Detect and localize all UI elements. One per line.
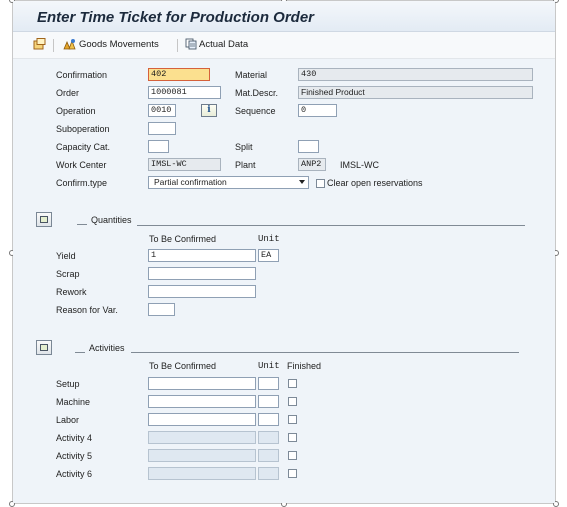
activity-6-field: [148, 467, 256, 480]
confirm-type-label: Confirm.type: [56, 178, 108, 188]
reason-for-var-field[interactable]: [148, 303, 175, 316]
operation-field[interactable]: 0010: [148, 104, 176, 117]
activity-5-finished-checkbox[interactable]: [288, 451, 297, 460]
capacity-cat-field[interactable]: [148, 140, 169, 153]
activities-group-line-left: [75, 352, 85, 353]
clear-open-reservations-label: Clear open reservations: [327, 178, 423, 188]
split-field[interactable]: [298, 140, 319, 153]
activity-6-unit-field: [258, 467, 279, 480]
machine-field[interactable]: [148, 395, 256, 408]
confirm-type-value: Partial confirmation: [154, 177, 227, 187]
capacity-cat-label: Capacity Cat.: [56, 142, 111, 152]
goods-movements-button[interactable]: Goods Movements: [63, 38, 159, 50]
sequence-label: Sequence: [235, 106, 276, 116]
activity-5-field: [148, 449, 256, 462]
material-field: 430: [298, 68, 533, 81]
mat-descr-field: Finished Product: [298, 86, 533, 99]
application-toolbar: Goods Movements Actual Data: [13, 32, 555, 59]
work-center-field: IMSL-WC: [148, 158, 221, 171]
quantities-group-title: Quantities: [91, 215, 132, 225]
activities-group-title: Activities: [89, 343, 125, 353]
scrap-field[interactable]: [148, 267, 256, 280]
operation-label: Operation: [56, 106, 96, 116]
activity-row-label: Activity 5: [56, 451, 93, 461]
plant-description: IMSL-WC: [340, 160, 379, 170]
activity-4-unit-field: [258, 431, 279, 444]
actual-data-button[interactable]: Actual Data: [185, 38, 248, 50]
setup-field[interactable]: [148, 377, 256, 390]
plant-label: Plant: [235, 160, 256, 170]
quantities-group-line: [137, 225, 525, 226]
machine-finished-checkbox[interactable]: [288, 397, 297, 406]
goods-movements-label: Goods Movements: [79, 38, 159, 50]
split-label: Split: [235, 142, 253, 152]
order-label: Order: [56, 88, 80, 98]
quantities-col-unit: Unit: [258, 234, 280, 244]
header-details-button[interactable]: [33, 38, 46, 50]
toolbar-separator: [177, 39, 178, 52]
labor-field[interactable]: [148, 413, 256, 426]
operation-info-icon[interactable]: i: [201, 104, 217, 117]
yield-field[interactable]: 1: [148, 249, 256, 262]
quantities-toggle-icon[interactable]: [36, 212, 52, 227]
confirmation-field[interactable]: 402: [148, 68, 210, 81]
activity-row-label: Machine: [56, 397, 91, 407]
toolbar-separator: [53, 39, 54, 52]
order-field[interactable]: 1000081: [148, 86, 221, 99]
activity-5-unit-field: [258, 449, 279, 462]
activity-row-label: Labor: [56, 415, 80, 425]
chevron-down-icon[interactable]: [299, 180, 305, 184]
activity-row-label: Setup: [56, 379, 80, 389]
setup-finished-checkbox[interactable]: [288, 379, 297, 388]
yield-label: Yield: [56, 251, 76, 261]
rework-field[interactable]: [148, 285, 256, 298]
goods-movements-icon: [63, 39, 76, 50]
actual-data-icon: [185, 38, 197, 50]
main-content: Confirmation 402 Material 430 Order 1000…: [13, 59, 555, 503]
title-bar: Enter Time Ticket for Production Order: [13, 1, 555, 32]
reason-for-var-label: Reason for Var.: [56, 305, 118, 315]
rework-label: Rework: [56, 287, 87, 297]
suboperation-label: Suboperation: [56, 124, 110, 134]
window-title: Enter Time Ticket for Production Order: [37, 9, 315, 26]
activities-toggle-icon[interactable]: [36, 340, 52, 355]
confirmation-label: Confirmation: [56, 70, 108, 80]
activity-row-label: Activity 4: [56, 433, 93, 443]
machine-unit-field[interactable]: [258, 395, 279, 408]
suboperation-field[interactable]: [148, 122, 176, 135]
quantities-group-line-left: [77, 224, 87, 225]
plant-field: ANP2: [298, 158, 326, 171]
actual-data-label: Actual Data: [199, 38, 249, 50]
header-details-icon: [33, 38, 46, 50]
mat-descr-label: Mat.Descr.: [235, 88, 279, 98]
activities-col-unit: Unit: [258, 361, 280, 371]
activities-col-finished: Finished: [287, 361, 322, 371]
labor-unit-field[interactable]: [258, 413, 279, 426]
activities-group-line: [131, 352, 519, 353]
labor-finished-checkbox[interactable]: [288, 415, 297, 424]
setup-unit-field[interactable]: [258, 377, 279, 390]
confirm-type-dropdown[interactable]: Partial confirmation: [148, 176, 309, 189]
scrap-label: Scrap: [56, 269, 80, 279]
clear-open-reservations-checkbox[interactable]: [316, 179, 325, 188]
activity-4-finished-checkbox[interactable]: [288, 433, 297, 442]
work-center-label: Work Center: [56, 160, 107, 170]
activity-6-finished-checkbox[interactable]: [288, 469, 297, 478]
sequence-field[interactable]: 0: [298, 104, 337, 117]
yield-unit-field[interactable]: EA: [258, 249, 279, 262]
material-label: Material: [235, 70, 268, 80]
quantities-col-to-be-confirmed: To Be Confirmed: [149, 234, 217, 244]
activities-col-to-be-confirmed: To Be Confirmed: [149, 361, 217, 371]
activity-4-field: [148, 431, 256, 444]
activity-row-label: Activity 6: [56, 469, 93, 479]
